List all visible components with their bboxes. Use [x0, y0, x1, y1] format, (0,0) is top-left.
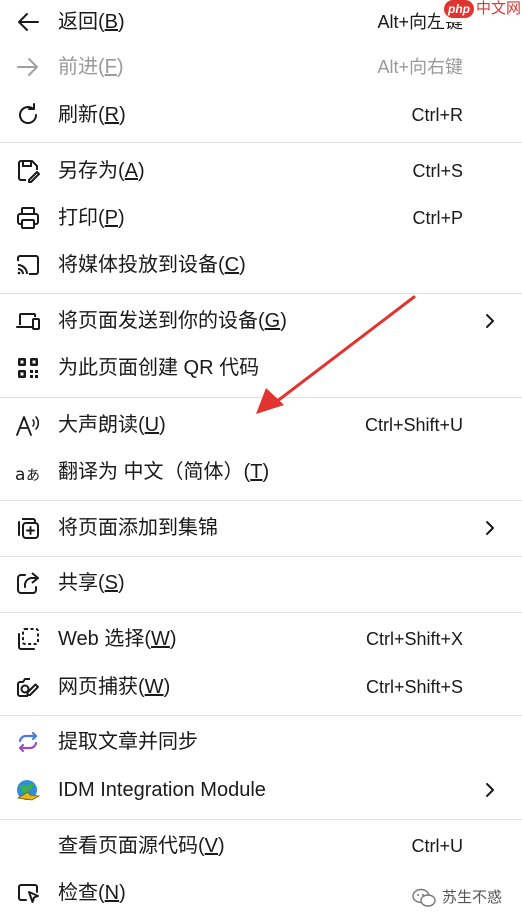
menu-item-forward[interactable]: 前进(F) Alt+向右键	[0, 45, 522, 89]
context-menu: 返回(B) Alt+向左键 前进(F) Alt+向右键 刷新(R) Ctrl+R…	[0, 0, 522, 918]
watermark-php: php 中文网	[440, 0, 522, 22]
shortcut-refresh: Ctrl+R	[411, 105, 463, 125]
inspect-icon	[14, 879, 42, 907]
shortcut-read-aloud: Ctrl+Shift+U	[364, 415, 463, 435]
shortcut-web-capture: Ctrl+Shift+S	[365, 677, 463, 697]
menu-item-refresh[interactable]: 刷新(R) Ctrl+R	[0, 93, 522, 137]
menu-item-view-source[interactable]: 查看页面源代码(V) Ctrl+U	[0, 824, 522, 868]
share-icon	[14, 569, 42, 597]
menu-item-translate[interactable]: aあ 翻译为 中文（简体）(T)	[0, 450, 522, 494]
arrow-left-icon	[14, 8, 42, 36]
web-select-icon	[14, 625, 42, 653]
svg-text:a: a	[15, 465, 25, 485]
menu-item-web-select[interactable]: Web 选择(W) Ctrl+Shift+X	[0, 617, 522, 661]
chevron-right-icon	[480, 780, 500, 800]
separator	[0, 556, 522, 557]
menu-item-save-as[interactable]: 另存为(A) Ctrl+S	[0, 149, 522, 193]
chevron-right-icon	[480, 311, 500, 331]
qr-code-icon	[14, 354, 42, 382]
separator	[0, 397, 522, 398]
menu-item-web-capture[interactable]: 网页捕获(W) Ctrl+Shift+S	[0, 665, 522, 709]
shortcut-forward: Alt+向右键	[377, 57, 463, 77]
separator	[0, 142, 522, 143]
arrow-right-icon	[14, 53, 42, 81]
menu-item-idm[interactable]: IDM Integration Module	[0, 768, 522, 812]
menu-item-extract-sync[interactable]: 提取文章并同步	[0, 720, 522, 764]
wechat-icon	[412, 888, 436, 908]
shortcut-web-select: Ctrl+Shift+X	[365, 629, 463, 649]
cast-icon	[14, 251, 42, 279]
svg-text:あ: あ	[26, 468, 40, 484]
read-aloud-icon	[14, 411, 42, 439]
refresh-icon	[14, 101, 42, 129]
separator	[0, 500, 522, 501]
shortcut-save-as: Ctrl+S	[412, 161, 463, 181]
save-as-icon	[14, 157, 42, 185]
devices-icon	[14, 307, 42, 335]
separator	[0, 819, 522, 820]
collections-add-icon	[14, 514, 42, 542]
translate-icon: aあ	[14, 458, 42, 486]
separator	[0, 715, 522, 716]
sync-icon	[14, 728, 42, 756]
printer-icon	[14, 204, 42, 232]
menu-item-add-to-collections[interactable]: 将页面添加到集锦	[0, 506, 522, 550]
watermark-wechat: 苏生不惑	[412, 886, 512, 910]
menu-item-read-aloud[interactable]: 大声朗读(U) Ctrl+Shift+U	[0, 403, 522, 447]
idm-globe-icon	[14, 776, 42, 804]
separator	[0, 293, 522, 294]
menu-item-share[interactable]: 共享(S)	[0, 561, 522, 605]
php-logo: php	[444, 0, 474, 18]
shortcut-print: Ctrl+P	[412, 208, 463, 228]
shortcut-view-source: Ctrl+U	[411, 836, 463, 856]
web-capture-icon	[14, 673, 42, 701]
menu-item-send-to-device[interactable]: 将页面发送到你的设备(G)	[0, 299, 522, 343]
menu-item-print[interactable]: 打印(P) Ctrl+P	[0, 196, 522, 240]
menu-item-cast[interactable]: 将媒体投放到设备(C)	[0, 243, 522, 287]
chevron-right-icon	[480, 518, 500, 538]
menu-item-qr-code[interactable]: 为此页面创建 QR 代码	[0, 346, 522, 390]
separator	[0, 612, 522, 613]
